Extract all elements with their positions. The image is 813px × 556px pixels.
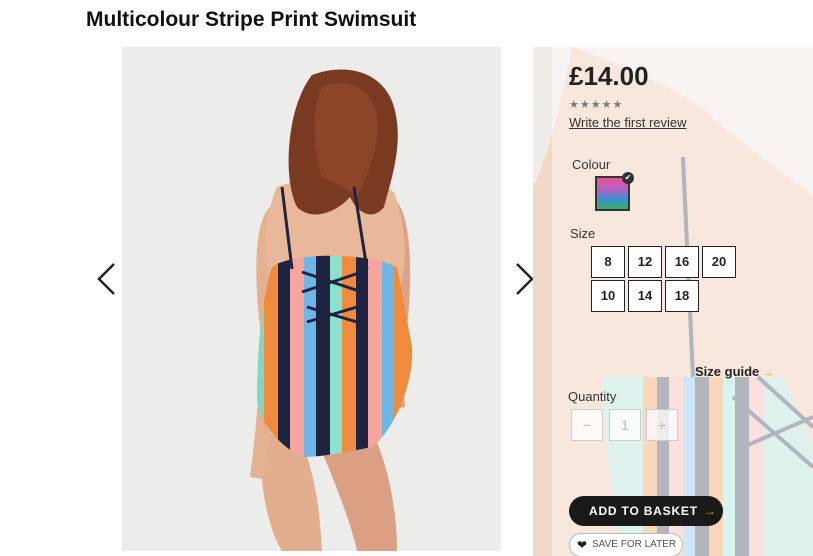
quantity-input[interactable]: 1 — [609, 409, 641, 441]
size-option-12[interactable]: 12 — [628, 246, 662, 278]
product-image[interactable] — [122, 47, 501, 551]
quantity-label: Quantity — [568, 389, 617, 404]
size-option-14[interactable]: 14 — [628, 280, 662, 312]
save-for-later-button[interactable]: ❤ SAVE FOR LATER — [569, 533, 683, 556]
panel-content: £14.00 ★★★★★ Write the first review Colo… — [533, 47, 813, 556]
prev-image-button[interactable] — [95, 262, 119, 296]
size-option-18[interactable]: 18 — [665, 280, 699, 312]
size-label: Size — [570, 226, 596, 241]
save-for-later-label: SAVE FOR LATER — [592, 539, 677, 550]
product-price: £14.00 — [569, 61, 649, 91]
arrow-right-icon: → — [762, 367, 774, 379]
check-icon: ✔ — [622, 172, 634, 184]
add-to-basket-button[interactable]: ADD TO BASKET → — [569, 496, 723, 526]
model-photo — [122, 47, 501, 551]
colour-label: Colour — [572, 157, 611, 172]
quantity-increment-button[interactable]: + — [646, 409, 678, 441]
size-option-10[interactable]: 10 — [591, 280, 625, 312]
size-guide-link[interactable]: Size guide → — [695, 364, 774, 379]
write-review-link[interactable]: Write the first review — [569, 115, 687, 130]
product-title: Multicolour Stripe Print Swimsuit — [86, 8, 417, 31]
heart-icon: ❤ — [577, 538, 588, 552]
product-options-panel: £14.00 ★★★★★ Write the first review Colo… — [533, 47, 813, 556]
colour-swatch-multicolour[interactable]: ✔ — [595, 172, 634, 211]
add-to-basket-label: ADD TO BASKET — [589, 504, 698, 518]
size-guide-label: Size guide — [695, 364, 760, 379]
quantity-decrement-button[interactable]: − — [571, 409, 603, 441]
size-option-16[interactable]: 16 — [665, 246, 699, 278]
arrow-right-icon: → — [703, 504, 717, 518]
size-option-8[interactable]: 8 — [591, 246, 625, 278]
chevron-left-icon — [97, 263, 115, 295]
size-option-20[interactable]: 20 — [702, 246, 736, 278]
product-page: Multicolour Stripe Print Swimsuit £14.00… — [0, 0, 813, 556]
rating-stars: ★★★★★ — [569, 99, 624, 111]
